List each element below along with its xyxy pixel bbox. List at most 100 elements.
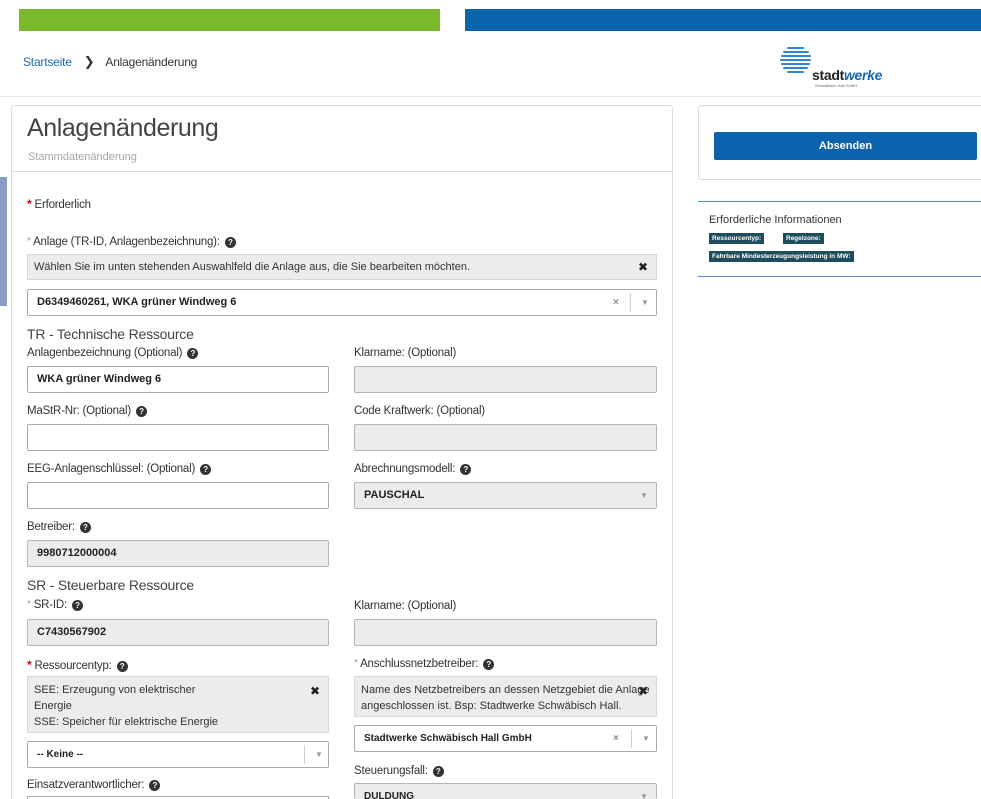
required-note-text: Erforderlich <box>34 199 91 211</box>
abrechnungsmodell-label-text: Abrechnungsmodell: <box>354 463 456 475</box>
anlagenbezeichnung-input[interactable]: WKA grüner Windweg 6 <box>27 366 329 393</box>
submit-button[interactable]: Absenden <box>714 132 977 160</box>
clear-icon[interactable]: × <box>613 290 619 315</box>
chevron-down-icon[interactable]: ▼ <box>641 290 649 315</box>
header-divider <box>0 96 981 97</box>
anschluss-value: Stadtwerke Schwäbisch Hall GmbH <box>364 733 532 744</box>
help-icon[interactable]: ? <box>136 406 147 417</box>
anschluss-hint-line: Name des Netzbetreibers an dessen Netzge… <box>361 684 650 696</box>
page-subtitle: Stammdatenänderung <box>28 151 137 163</box>
einsatz-label: Einsatzverantwortlicher:? <box>27 779 161 791</box>
sr-klarname-label: Klarname: (Optional) <box>354 600 457 612</box>
steuerungsfall-label: Steuerungsfall:? <box>354 765 444 777</box>
mastr-input[interactable] <box>27 424 329 451</box>
sidebar-divider-bottom <box>698 276 981 277</box>
close-icon[interactable]: ✖ <box>638 683 648 699</box>
page-title: Anlagenänderung <box>27 114 219 142</box>
help-icon[interactable]: ? <box>149 780 161 791</box>
code-kraftwerk-input[interactable] <box>354 424 657 451</box>
anlagenbezeichnung-label-text: Anlagenbezeichnung (Optional) <box>27 347 183 359</box>
anschluss-hint-line: angeschlossen ist. Bsp: Stadtwerke Schwä… <box>361 700 622 712</box>
help-icon[interactable]: ? <box>187 348 199 359</box>
einsatz-label-text: Einsatzverantwortlicher: <box>27 779 145 791</box>
eeg-label: EEG-Anlagenschlüssel: (Optional)? <box>27 463 212 475</box>
ressourcentyp-select[interactable]: -- Keine -- ▼ <box>27 741 329 768</box>
eeg-label-text: EEG-Anlagenschlüssel: (Optional) <box>27 463 196 475</box>
help-icon[interactable]: ? <box>432 766 444 777</box>
anschluss-hint-box: Name des Netzbetreibers an dessen Netzge… <box>354 676 657 717</box>
srid-label: * SR-ID:? <box>27 599 84 611</box>
breadcrumb-home-link[interactable]: Startseite <box>23 55 72 69</box>
ressourcentyp-hint-box: SEE: Erzeugung von elektrischer Energie … <box>27 676 329 733</box>
help-icon[interactable]: ? <box>224 237 236 248</box>
help-icon[interactable]: ? <box>483 659 495 670</box>
required-asterisk: * <box>27 197 32 211</box>
chevron-down-icon[interactable]: ▼ <box>640 483 648 508</box>
ressourcentyp-label: * Ressourcentyp:? <box>27 658 128 672</box>
anschluss-select[interactable]: Stadtwerke Schwäbisch Hall GmbH × ▼ <box>354 725 657 752</box>
required-note: * Erforderlich <box>27 197 91 211</box>
sidebar-divider-top <box>698 201 981 202</box>
mastr-label: MaStR-Nr: (Optional)? <box>27 405 147 417</box>
select-divider <box>631 729 632 748</box>
header-blue-bar <box>465 9 981 31</box>
sr-klarname-input[interactable] <box>354 619 657 646</box>
close-icon[interactable]: ✖ <box>638 259 648 275</box>
sr-section-title: SR - Steuerbare Ressource <box>27 577 194 593</box>
required-info-title: Erforderliche Informationen <box>709 214 842 226</box>
anlage-hint-text: Wählen Sie im unten stehenden Auswahlfel… <box>34 261 471 273</box>
anschluss-label: * Anschlussnetzbetreiber:? <box>354 658 495 670</box>
logo-word-accent: werke <box>843 67 883 83</box>
help-icon[interactable]: ? <box>460 464 472 475</box>
code-kraftwerk-label: Code Kraftwerk: (Optional) <box>354 405 485 417</box>
logo-subline: Schwäbisch Hall GmbH <box>815 83 858 88</box>
logo-word-plain: stadt <box>812 67 844 83</box>
anlagenbezeichnung-label: Anlagenbezeichnung (Optional)? <box>27 347 199 359</box>
srid-input[interactable]: C7430567902 <box>27 619 329 646</box>
required-tag-mindesterzeugung: Fahrbare Mindesterzeugungsleistung in MW… <box>709 251 854 262</box>
side-feedback-tab[interactable] <box>0 177 7 306</box>
steuerungsfall-value: DULDUNG <box>364 791 414 799</box>
tr-section-title: TR - Technische Ressource <box>27 326 194 342</box>
abrechnungsmodell-value: PAUSCHAL <box>364 489 425 501</box>
ressourcentyp-hint-line: SSE: Speicher für elektrische Energie <box>34 716 219 728</box>
ressourcentyp-hint-line: Energie <box>34 700 72 712</box>
srid-label-text: SR-ID: <box>33 599 68 611</box>
breadcrumb-current: Anlagenänderung <box>105 55 198 69</box>
steuerungsfall-label-text: Steuerungsfall: <box>354 765 428 777</box>
anlage-select-value: D6349460261, WKA grüner Windweg 6 <box>37 296 237 308</box>
ressourcentyp-value: -- Keine -- <box>37 749 84 760</box>
stadtwerke-logo[interactable]: stadtwerke Schwäbisch Hall GmbH <box>778 41 882 91</box>
chevron-down-icon[interactable]: ▼ <box>640 784 648 799</box>
help-icon[interactable]: ? <box>72 600 84 611</box>
close-icon[interactable]: ✖ <box>310 683 320 699</box>
anschluss-label-text: Anschlussnetzbetreiber: <box>360 658 479 670</box>
tr-klarname-label: Klarname: (Optional) <box>354 347 457 359</box>
ressourcentyp-hint-line: SEE: Erzeugung von elektrischer <box>34 684 196 696</box>
anlage-label: * Anlage (TR-ID, Anlagenbezeichnung):? <box>27 236 236 248</box>
betreiber-input[interactable]: 9980712000004 <box>27 540 329 567</box>
help-icon[interactable]: ? <box>79 522 91 533</box>
required-tag-ressourcentyp: Ressourcentyp: <box>709 233 765 244</box>
breadcrumb: Startseite ❯ Anlagenänderung <box>23 54 197 70</box>
tr-klarname-input[interactable] <box>354 366 657 393</box>
anlage-label-text: Anlage (TR-ID, Anlagenbezeichnung): <box>33 236 220 248</box>
betreiber-label: Betreiber:? <box>27 521 91 533</box>
chevron-down-icon[interactable]: ▼ <box>642 726 650 751</box>
steuerungsfall-select[interactable]: DULDUNG ▼ <box>354 783 657 799</box>
chevron-down-icon[interactable]: ▼ <box>315 742 323 767</box>
select-divider <box>630 293 631 312</box>
help-icon[interactable]: ? <box>116 661 128 672</box>
betreiber-label-text: Betreiber: <box>27 521 75 533</box>
abrechnungsmodell-select[interactable]: PAUSCHAL ▼ <box>354 482 657 509</box>
abrechnungsmodell-label: Abrechnungsmodell:? <box>354 463 472 475</box>
required-tag-regelzone: Regelzone: <box>783 233 824 244</box>
form-card-header: Anlagenänderung Stammdatenänderung <box>12 106 672 172</box>
mastr-label-text: MaStR-Nr: (Optional) <box>27 405 131 417</box>
chevron-right-icon: ❯ <box>83 54 95 69</box>
clear-icon[interactable]: × <box>613 726 619 751</box>
select-divider <box>304 745 305 764</box>
help-icon[interactable]: ? <box>200 464 212 475</box>
anlage-select[interactable]: D6349460261, WKA grüner Windweg 6 × ▼ <box>27 289 657 316</box>
eeg-input[interactable] <box>27 482 329 509</box>
